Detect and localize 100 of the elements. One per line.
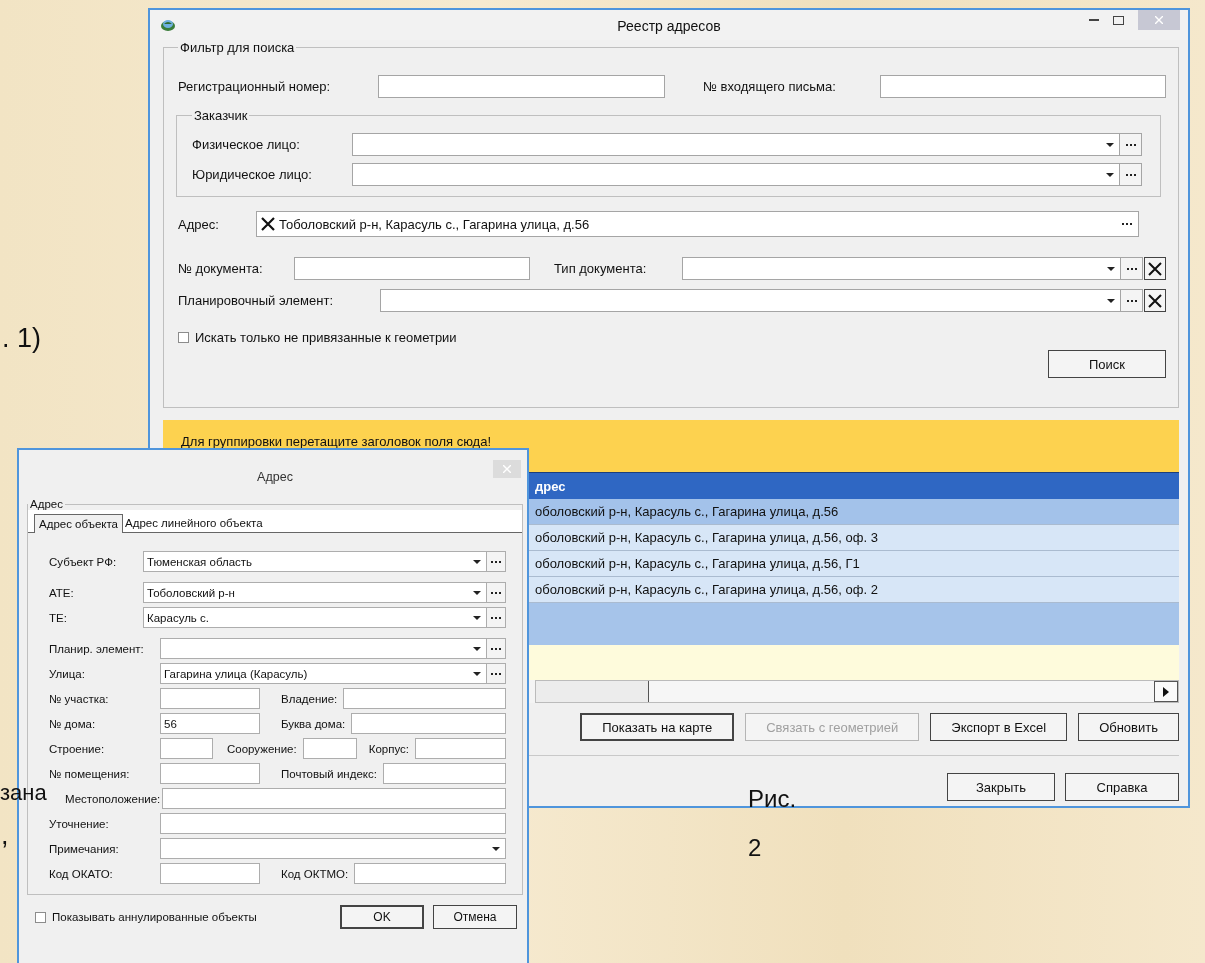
field-label: № входящего письма: bbox=[703, 79, 837, 94]
more-icon bbox=[1126, 267, 1137, 270]
input-field[interactable] bbox=[343, 688, 506, 709]
dropdown-arrow-icon[interactable] bbox=[473, 615, 481, 620]
input-field[interactable] bbox=[160, 688, 260, 709]
table-cell: оболовский р-н, Карасуль с., Гагарина улица, д.56, оф. 2 bbox=[535, 582, 878, 597]
input-field[interactable]: Тоболовский р-н, Карасуль с., Гагарина улица, д.56 bbox=[256, 211, 1139, 237]
browse-button[interactable] bbox=[1121, 289, 1143, 312]
browse-button[interactable] bbox=[487, 663, 506, 684]
dropdown-arrow-icon[interactable] bbox=[1107, 266, 1115, 271]
group-hint: Для группировки перетащите заголовок поля сюда! bbox=[181, 434, 492, 449]
table-cell: оболовский р-н, Карасуль с., Гагарина улица, д.56, Г1 bbox=[535, 556, 860, 571]
dialog-button[interactable]: Отмена bbox=[433, 905, 517, 929]
slide-text: 2 bbox=[748, 836, 762, 860]
dialog-button[interactable]: OK bbox=[340, 905, 424, 929]
browse-button[interactable] bbox=[1120, 133, 1142, 156]
field-label: Планировочный элемент: bbox=[178, 293, 334, 308]
input-field[interactable] bbox=[162, 788, 506, 809]
more-icon bbox=[491, 672, 501, 675]
action-button[interactable]: Показать на карте bbox=[580, 713, 735, 741]
input-field[interactable]: 56 bbox=[160, 713, 260, 734]
right-arrow-icon bbox=[1163, 686, 1169, 697]
dropdown-arrow-icon[interactable] bbox=[492, 846, 500, 851]
dropdown-arrow-icon[interactable] bbox=[473, 646, 481, 651]
combo-field[interactable]: Тоболовский р-н bbox=[143, 582, 487, 603]
close-icon bbox=[503, 465, 511, 473]
input-field[interactable] bbox=[351, 713, 506, 734]
field-label: Код ОКТМО: bbox=[281, 867, 349, 880]
table-cell: оболовский р-н, Карасуль с., Гагарина улица, д.56, оф. 3 bbox=[535, 530, 878, 545]
clear-icon[interactable] bbox=[261, 217, 275, 231]
dialog-button[interactable]: Справка bbox=[1065, 773, 1179, 801]
field-label: Уточнение: bbox=[49, 817, 110, 830]
search-button[interactable]: Поиск bbox=[1048, 350, 1166, 378]
combo-field[interactable]: Карасуль с. bbox=[143, 607, 487, 628]
action-button[interactable]: Экспорт в Excel bbox=[930, 713, 1068, 741]
input-field[interactable] bbox=[382, 763, 506, 784]
field-label: Сооружение: bbox=[227, 742, 297, 755]
scroll-thumb[interactable] bbox=[536, 681, 649, 702]
input-field[interactable] bbox=[160, 738, 213, 759]
input-field[interactable] bbox=[294, 257, 530, 280]
combo-field[interactable] bbox=[682, 257, 1121, 280]
browse-button[interactable] bbox=[487, 638, 506, 659]
input-field[interactable] bbox=[378, 75, 665, 98]
clear-button[interactable] bbox=[1144, 289, 1166, 312]
input-field[interactable] bbox=[160, 813, 506, 834]
field-label: Корпус: bbox=[368, 742, 409, 755]
dropdown-arrow-icon[interactable] bbox=[473, 671, 481, 676]
dropdown-arrow-icon[interactable] bbox=[1106, 142, 1114, 147]
dropdown-arrow-icon[interactable] bbox=[1106, 172, 1114, 177]
more-icon bbox=[491, 647, 501, 650]
input-field[interactable] bbox=[880, 75, 1166, 98]
scroll-right-button[interactable] bbox=[1154, 681, 1178, 702]
input-field[interactable] bbox=[354, 863, 506, 884]
more-icon bbox=[491, 560, 501, 563]
column-title[interactable]: дрес bbox=[535, 478, 566, 494]
input-field[interactable] bbox=[160, 763, 260, 784]
action-button[interactable]: Обновить bbox=[1078, 713, 1179, 741]
tab[interactable]: Адрес объекта bbox=[34, 514, 123, 533]
maximize-icon[interactable] bbox=[1113, 15, 1124, 25]
combo-field[interactable] bbox=[380, 289, 1121, 312]
more-icon bbox=[1125, 143, 1136, 146]
dropdown-arrow-icon[interactable] bbox=[473, 590, 481, 595]
group-title: Заказчик bbox=[193, 108, 249, 123]
close-icon bbox=[1155, 16, 1163, 24]
dropdown-arrow-icon[interactable] bbox=[1107, 298, 1115, 303]
input-field[interactable] bbox=[415, 738, 506, 759]
browse-button[interactable] bbox=[1120, 163, 1142, 186]
combo-field[interactable] bbox=[160, 838, 506, 859]
field-label: Адрес: bbox=[178, 216, 220, 232]
combo-field[interactable]: Тюменская область bbox=[143, 551, 487, 572]
field-label: Улица: bbox=[49, 667, 86, 680]
group-title: Фильтр для поиска bbox=[179, 40, 296, 55]
browse-button[interactable] bbox=[487, 582, 506, 603]
input-field[interactable] bbox=[160, 863, 260, 884]
cross-icon bbox=[1148, 293, 1162, 308]
combo-field[interactable]: Гагарина улица (Карасуль) bbox=[160, 663, 487, 684]
slide-text: Рис. bbox=[748, 787, 797, 811]
checkbox-label: Показывать аннулированные объекты bbox=[52, 911, 257, 923]
checkbox[interactable] bbox=[178, 332, 189, 343]
combo-field[interactable] bbox=[352, 163, 1120, 186]
browse-button[interactable] bbox=[487, 551, 506, 572]
dialog-button[interactable]: Закрыть bbox=[947, 773, 1055, 801]
globe-icon bbox=[160, 17, 176, 33]
window-title: Адрес bbox=[257, 470, 293, 484]
field-label: № участка: bbox=[49, 692, 110, 705]
clear-button[interactable] bbox=[1144, 257, 1166, 280]
minimize-icon[interactable] bbox=[1089, 18, 1099, 22]
combo-field[interactable] bbox=[160, 638, 487, 659]
field-label: Планир. элемент: bbox=[49, 642, 145, 655]
input-field[interactable] bbox=[302, 738, 357, 759]
field-label: Местоположение: bbox=[64, 792, 161, 805]
browse-button[interactable] bbox=[1121, 257, 1143, 280]
field-label: Субъект РФ: bbox=[49, 555, 118, 568]
more-icon bbox=[1125, 173, 1136, 176]
browse-button[interactable] bbox=[487, 607, 506, 628]
checkbox[interactable] bbox=[35, 911, 46, 923]
window-title: Реестр адресов bbox=[617, 18, 721, 34]
combo-field[interactable] bbox=[352, 133, 1120, 156]
scrollbar[interactable] bbox=[535, 680, 1179, 703]
dropdown-arrow-icon[interactable] bbox=[473, 559, 481, 564]
